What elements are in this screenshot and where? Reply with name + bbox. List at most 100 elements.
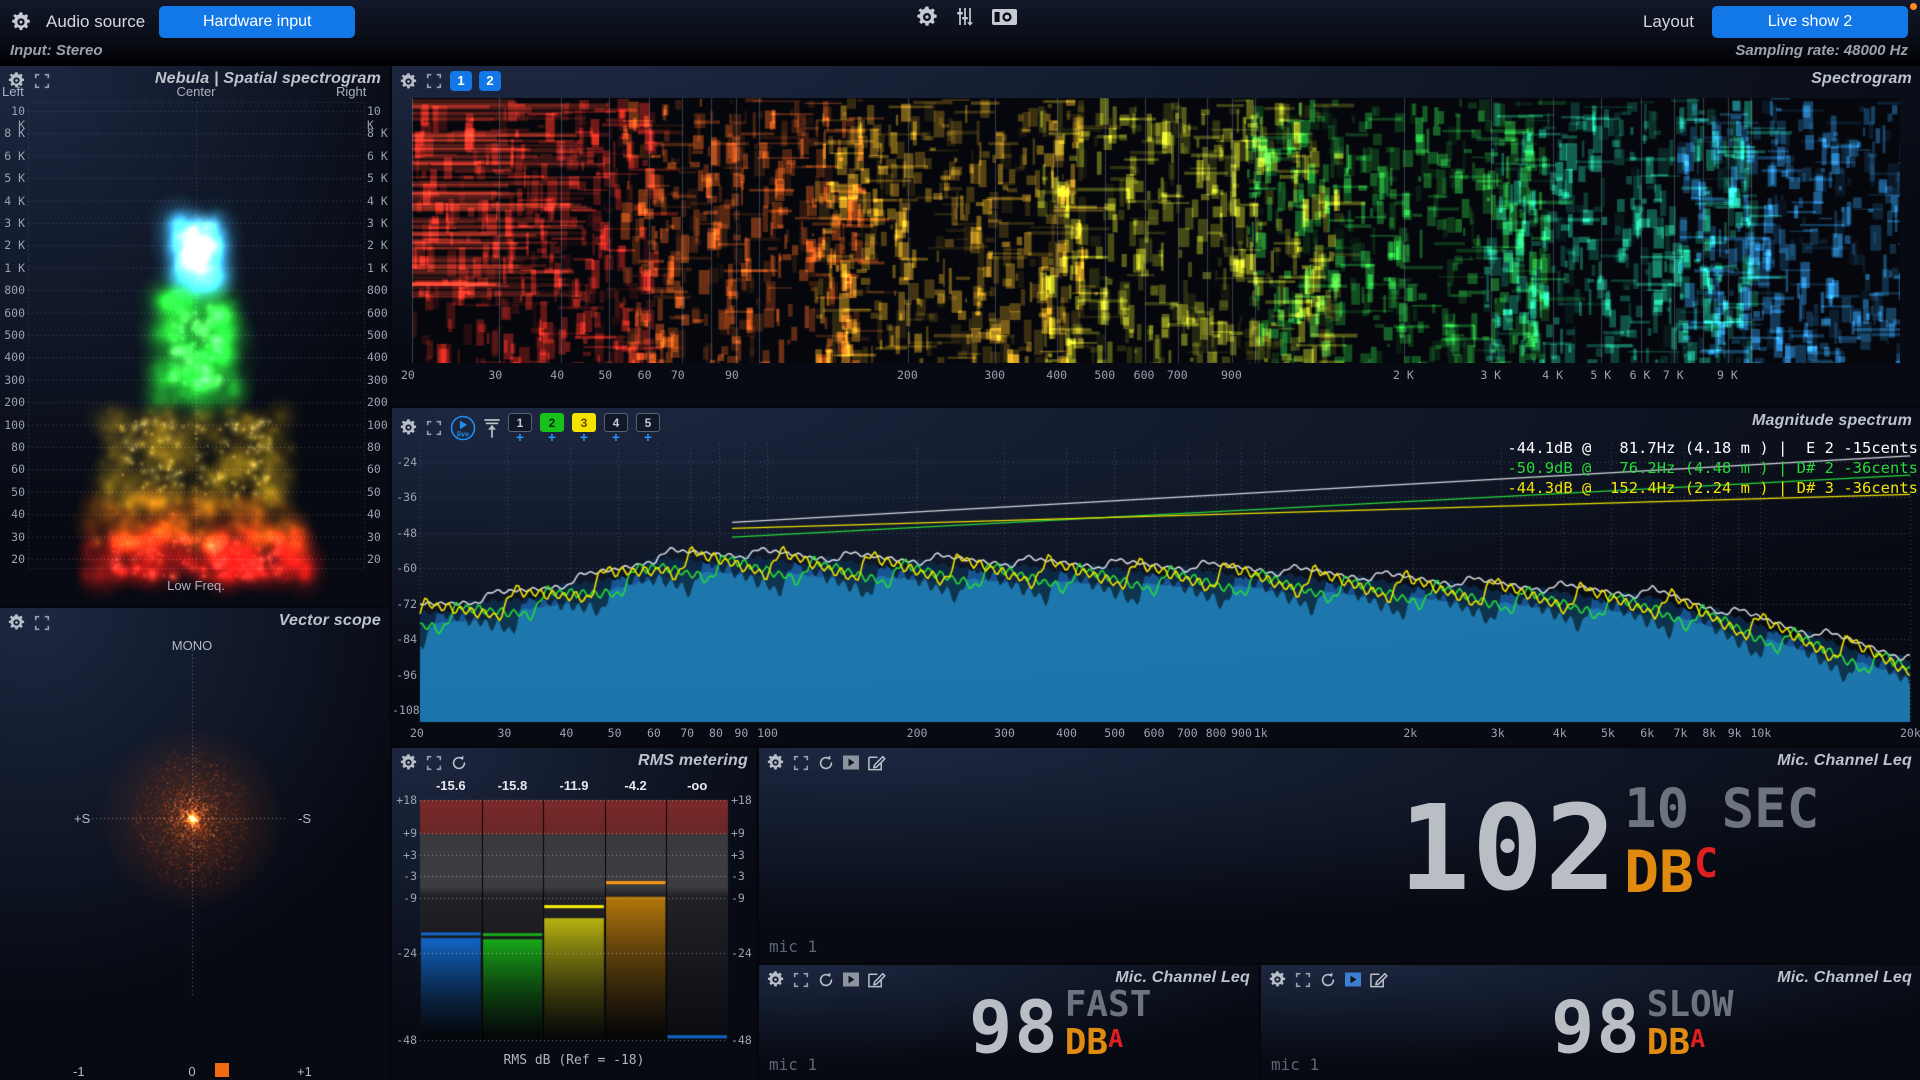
- magnitude-freq-tick: 20k: [1900, 726, 1920, 740]
- gear-icon[interactable]: [766, 970, 785, 989]
- nebula-freq-tick: 600: [367, 306, 388, 320]
- vector-x-tick-max: +1: [297, 1064, 312, 1079]
- magnitude-slot-add-icon-5[interactable]: +: [636, 432, 660, 442]
- rms-value-5: -oo: [666, 778, 728, 793]
- magnitude-slot-1: 1+: [508, 413, 532, 442]
- rms-canvas: [392, 748, 756, 1080]
- magnitude-freq-tick: 700: [1177, 726, 1198, 740]
- vector-scope-canvas: [0, 608, 389, 1080]
- expand-icon[interactable]: [33, 614, 51, 632]
- reset-icon[interactable]: [1319, 971, 1337, 989]
- magnitude-freq-tick: 9k: [1728, 726, 1742, 740]
- vector-scope-toolbar: [7, 613, 51, 632]
- edit-icon[interactable]: [867, 753, 886, 772]
- expand-icon[interactable]: [425, 754, 443, 772]
- nebula-freq-tick: 4 K: [367, 194, 388, 208]
- leq-mic-label: mic 1: [769, 937, 817, 956]
- magnitude-slot-add-icon-3[interactable]: +: [572, 432, 596, 442]
- magnitude-db-tick: -84: [392, 632, 417, 646]
- expand-icon[interactable]: [792, 971, 810, 989]
- leq-toolbar: [766, 970, 886, 989]
- play-icon[interactable]: [842, 971, 860, 988]
- play-icon[interactable]: [842, 754, 860, 771]
- spectrogram-freq-tick: 4 K: [1542, 368, 1563, 382]
- spectrogram-title: Spectrogram: [1811, 70, 1912, 88]
- header-center-tools: [915, 5, 1018, 29]
- nebula-freq-tick: 1 K: [367, 261, 388, 275]
- nebula-freq-tick: 50: [0, 485, 25, 499]
- live-play-icon[interactable]: live: [450, 415, 476, 441]
- expand-icon[interactable]: [425, 72, 443, 90]
- nebula-freq-tick: 5 K: [0, 171, 25, 185]
- reset-icon[interactable]: [817, 971, 835, 989]
- leq-toolbar: [1268, 970, 1388, 989]
- leq-value: 102: [1399, 792, 1618, 904]
- expand-icon[interactable]: [792, 754, 810, 772]
- rms-metering-panel: RMS metering -15.6-15.8-11.9-4.2-oo+18+1…: [392, 748, 756, 1080]
- edit-icon[interactable]: [1369, 970, 1388, 989]
- rms-scale-tick: +3: [731, 848, 745, 862]
- gear-icon[interactable]: [1268, 970, 1287, 989]
- leq-title: Mic. Channel Leq: [1777, 752, 1912, 770]
- rms-title: RMS metering: [638, 752, 748, 770]
- magnitude-db-tick: -96: [392, 668, 417, 682]
- svg-text:live: live: [457, 429, 469, 438]
- spectrogram-freq-tick: 6 K: [1630, 368, 1651, 382]
- leq-mic-label: mic 1: [769, 1055, 817, 1074]
- nebula-freq-tick: 400: [0, 350, 25, 364]
- nebula-freq-tick: 40: [367, 507, 381, 521]
- leq-readout: 102 10 SEC DB C: [1399, 782, 1819, 904]
- gear-icon[interactable]: [915, 5, 939, 29]
- spectrogram-freq-tick: 3 K: [1480, 368, 1501, 382]
- expand-icon[interactable]: [425, 419, 443, 437]
- magnitude-db-tick: -108: [392, 703, 417, 717]
- spectrogram-freq-tick: 90: [725, 368, 739, 382]
- gear-icon[interactable]: [7, 71, 26, 90]
- gear-icon[interactable]: [399, 753, 418, 772]
- gear-icon[interactable]: [10, 11, 32, 33]
- rms-scale-tick: -24: [731, 946, 752, 960]
- reset-icon[interactable]: [817, 754, 835, 772]
- nebula-freq-tick: 6 K: [367, 149, 388, 163]
- magnitude-freq-tick: 90: [734, 726, 748, 740]
- rms-scale-tick: -3: [731, 869, 745, 883]
- gear-icon[interactable]: [399, 418, 418, 437]
- gear-icon[interactable]: [766, 753, 785, 772]
- nebula-freq-tick: 30: [0, 530, 25, 544]
- magnitude-freq-tick: 3k: [1491, 726, 1505, 740]
- play-icon[interactable]: [1344, 971, 1362, 988]
- spectrogram-channel-2-button[interactable]: 2: [479, 71, 501, 91]
- gear-icon[interactable]: [399, 72, 418, 91]
- magnitude-db-tick: -72: [392, 597, 417, 611]
- nebula-freq-tick: 1 K: [0, 261, 25, 275]
- magnitude-freq-tick: 80: [709, 726, 723, 740]
- magnitude-slot-add-icon-4[interactable]: +: [604, 432, 628, 442]
- faders-icon[interactable]: [953, 5, 977, 29]
- magnitude-slot-add-icon-2[interactable]: +: [540, 432, 564, 442]
- leq-unit: DB: [1065, 1026, 1108, 1060]
- nebula-freq-tick: 20: [0, 552, 25, 566]
- gear-icon[interactable]: [7, 613, 26, 632]
- reset-icon[interactable]: [450, 754, 468, 772]
- edit-icon[interactable]: [867, 970, 886, 989]
- header-right-group: Layout Live show 2: [1643, 6, 1908, 38]
- expand-icon[interactable]: [1294, 971, 1312, 989]
- spectrogram-freq-tick: 50: [598, 368, 612, 382]
- magnitude-freq-tick: 2k: [1403, 726, 1417, 740]
- magnitude-slot-add-icon-1[interactable]: +: [508, 432, 532, 442]
- leq-weighting: A: [1690, 1026, 1705, 1051]
- spectrogram-channel-1-button[interactable]: 1: [450, 71, 472, 91]
- magnitude-slot-5: 5+: [636, 413, 660, 442]
- spectrogram-freq-tick: 7 K: [1663, 368, 1684, 382]
- expand-icon[interactable]: [33, 72, 51, 90]
- nebula-freq-tick: 80: [0, 440, 25, 454]
- magnitude-freq-tick: 50: [608, 726, 622, 740]
- layout-preset-button[interactable]: Live show 2: [1712, 6, 1908, 38]
- camera-icon[interactable]: [991, 6, 1018, 28]
- magnitude-freq-tick: 1k: [1254, 726, 1268, 740]
- nebula-freq-tick: 300: [367, 373, 388, 387]
- upload-trace-icon[interactable]: [483, 417, 501, 439]
- nebula-freq-tick: 8 K: [367, 126, 388, 140]
- audio-source-button[interactable]: Hardware input: [159, 6, 355, 38]
- magnitude-readout-line-1: -44.1dB @ 81.7Hz (4.18 m ) | E 2 -15cent…: [1507, 438, 1918, 458]
